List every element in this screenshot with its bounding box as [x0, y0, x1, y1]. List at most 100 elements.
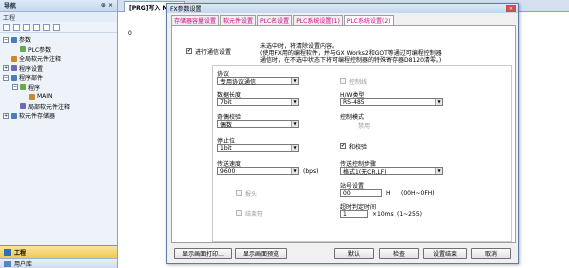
user-library-button[interactable]: 用户库: [0, 258, 117, 268]
tree-item[interactable]: + 程序设置: [0, 64, 117, 74]
baud-select[interactable]: 9600 ▼: [217, 167, 299, 175]
navigator-bottom: 工程 用户库: [0, 245, 117, 268]
tree-item-label: 参数: [19, 37, 32, 45]
dialog-title: FX参数设置: [170, 6, 202, 13]
tree-item-label: 全局软元件注释: [19, 56, 62, 64]
tree-item-label: MAIN: [37, 93, 53, 101]
tree-item[interactable]: PLC参数: [0, 45, 117, 55]
tab-plc-system-1[interactable]: PLC系统设置(1): [293, 15, 343, 25]
ladder-step-number: 0: [128, 30, 132, 37]
project-tree: − 参数 PLC参数 全局软元件注释 + 程序设置 − 程序部件 − 程序 MAIN 局部软元件注释 +…: [0, 33, 117, 121]
timeout-unit: ×10ms: [372, 211, 394, 218]
cancel-button[interactable]: 取消: [471, 248, 511, 259]
tree-item[interactable]: 全局软元件注释: [0, 54, 117, 64]
app-window: 导航 ⊕ × 工程 − 参数 PLC参数 全局软元件注释 + 程序设置 − 程序部件 − 程序 MA…: [0, 0, 569, 268]
timeout-range: (1~255): [397, 211, 422, 218]
tree-node-icon: [20, 84, 26, 91]
hw-type-value: RS-485: [343, 98, 365, 106]
expand-toggle-icon[interactable]: −: [3, 36, 9, 43]
protocol-select[interactable]: 专用协议通信 ▼: [217, 77, 299, 86]
tree-item[interactable]: 局部软元件注释: [0, 102, 117, 112]
navigator-title-bar: 导航 ⊕ ×: [0, 0, 117, 12]
note-line-3: 通信时，在不选中状态下将可编程控制器的特殊寄存器D8120清零。): [260, 57, 442, 64]
print-preview-button[interactable]: 显示画面预览: [235, 248, 287, 259]
print-window-button[interactable]: 显示画面打印...: [174, 248, 232, 259]
data-length-select[interactable]: 7bit ▼: [217, 98, 299, 106]
pin-close-icon[interactable]: ⊕ ×: [101, 2, 113, 9]
library-icon: [4, 260, 11, 267]
tree-item-label: 局部软元件注释: [28, 103, 71, 111]
tree-node-icon: [11, 65, 17, 72]
terminator-checkbox: [236, 210, 242, 216]
tree-node-icon: [11, 55, 17, 62]
tree-item[interactable]: − 参数: [0, 35, 117, 45]
control-mode-value: 禁用: [358, 123, 371, 130]
default-button[interactable]: 默认: [334, 248, 374, 259]
header-label: 报头: [245, 191, 258, 198]
stop-bit-value: 1bit: [220, 144, 232, 152]
comm-setting-label: 进行通信设置: [195, 49, 232, 56]
comm-setting-checkbox[interactable]: ✔: [186, 48, 192, 54]
station-input[interactable]: 00: [340, 189, 382, 197]
stop-bit-select[interactable]: 1bit ▼: [217, 144, 299, 152]
chevron-down-icon: ▼: [291, 168, 298, 174]
baud-unit: (bps): [303, 168, 319, 175]
tab-plc-name[interactable]: PLC名设置: [257, 15, 293, 25]
station-suffix: H: [386, 190, 391, 197]
baud-value: 9600: [220, 167, 236, 175]
plc-system-2-panel: ✔ 进行通信设置 未选中时，将清除设置内容。 (使用FX用的编程软件，并与GX …: [171, 25, 516, 243]
expand-toggle-icon[interactable]: −: [12, 84, 18, 91]
tree-item-label: 程序: [28, 84, 41, 92]
project-view-label: 工程: [14, 249, 27, 257]
dialog-tabs: 存储器容量设置 软元件设置 PLC名设置 PLC系统设置(1) PLC系统设置(…: [171, 15, 395, 25]
transfer-step-value: 格式1(无CR,LF): [343, 168, 387, 176]
tree-node-icon: [20, 46, 26, 53]
project-icon: [4, 248, 11, 256]
tab-memory-capacity[interactable]: 存储器容量设置: [171, 15, 220, 25]
project-view-button[interactable]: 工程: [0, 245, 117, 258]
tree-item[interactable]: MAIN: [0, 92, 117, 102]
toolbar-icon-5[interactable]: [43, 23, 50, 31]
navigator-panel: 导航 ⊕ × 工程 − 参数 PLC参数 全局软元件注释 + 程序设置 − 程序部件 − 程序 MA…: [0, 0, 118, 268]
toolbar-icon-4[interactable]: [33, 23, 40, 31]
check-button[interactable]: 检查: [379, 248, 419, 259]
close-icon[interactable]: ×: [506, 5, 516, 12]
toolbar-icon-6[interactable]: [53, 23, 60, 31]
tree-item-label: 程序部件: [19, 75, 44, 83]
toolbar-icon-3[interactable]: [23, 23, 30, 31]
tree-item-label: 程序设置: [19, 65, 44, 73]
tree-node-icon: [20, 103, 26, 110]
tree-item[interactable]: + 软元件存储器: [0, 111, 117, 121]
control-mode-label: 控制模式: [340, 114, 365, 121]
data-length-value: 7bit: [220, 98, 232, 106]
toolbar-icon-1[interactable]: [3, 23, 10, 31]
chevron-down-icon: ▼: [291, 78, 298, 84]
header-checkbox: [236, 190, 242, 196]
chevron-down-icon: ▼: [435, 99, 442, 105]
tree-node-icon: [11, 36, 17, 43]
user-library-label: 用户库: [14, 261, 33, 268]
parity-select[interactable]: 偶数 ▼: [217, 120, 299, 129]
toolbar-icon-2[interactable]: [13, 23, 20, 31]
tab-plc-system-2[interactable]: PLC系统设置(2): [343, 15, 394, 25]
checksum-checkbox[interactable]: ✔: [340, 143, 346, 149]
finish-button[interactable]: 设置结束: [423, 248, 467, 259]
timeout-input[interactable]: 1: [340, 210, 368, 218]
navigator-title: 导航: [4, 3, 17, 10]
tree-item[interactable]: − 程序部件: [0, 73, 117, 83]
tree-item-label: PLC参数: [28, 46, 52, 54]
protocol-value: 专用协议通信: [220, 78, 257, 86]
hw-type-select[interactable]: RS-485 ▼: [340, 98, 443, 106]
chevron-down-icon: ▼: [291, 99, 298, 105]
navigator-toolbar: [0, 22, 117, 33]
transfer-step-select[interactable]: 格式1(无CR,LF) ▼: [340, 167, 443, 176]
tree-item[interactable]: − 程序: [0, 83, 117, 93]
chevron-down-icon: ▼: [291, 145, 298, 151]
expand-toggle-icon[interactable]: +: [3, 65, 9, 72]
expand-toggle-icon[interactable]: −: [3, 74, 9, 81]
tab-device-settings[interactable]: 软元件设置: [220, 15, 257, 25]
expand-toggle-icon[interactable]: +: [3, 112, 9, 119]
tree-node-icon: [11, 74, 17, 81]
tree-node-icon: [11, 112, 17, 119]
station-range: (00H~0FH): [401, 190, 435, 197]
